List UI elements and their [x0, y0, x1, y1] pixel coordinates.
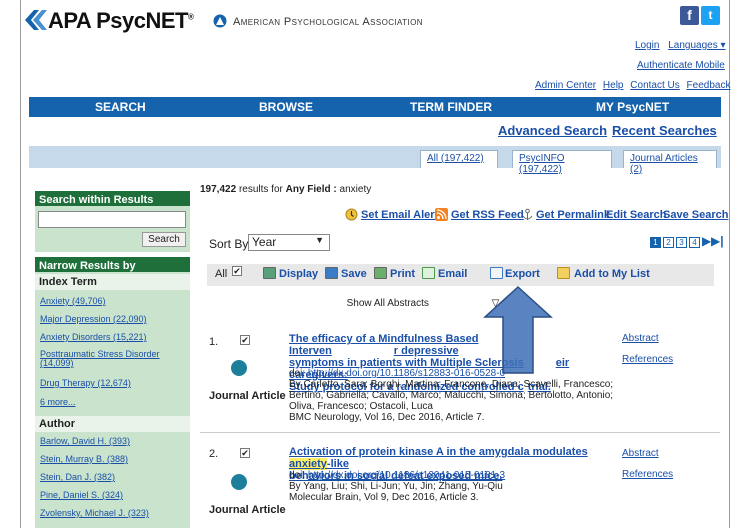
save-button[interactable]: Save [341, 268, 367, 280]
top-links-row1: Login Languages ▾ [635, 40, 726, 51]
email-envelope-icon [422, 267, 435, 279]
references-link[interactable]: References [622, 469, 673, 480]
main-nav: SEARCH BROWSE TERM FINDER MY PsycNET [29, 97, 721, 117]
result-checkbox[interactable]: ✔ [240, 335, 250, 345]
select-all-checkbox[interactable]: ✔ [232, 266, 242, 276]
top-links-row2: Authenticate Mobile [637, 60, 725, 71]
twitter-icon[interactable]: t [701, 6, 720, 25]
index-term-item[interactable]: Major Depression (22,090) [40, 314, 147, 324]
results-count: 197,422 results for Any Field : anxiety [200, 184, 372, 195]
result-divider [200, 432, 720, 433]
index-term-more-link[interactable]: 6 more... [40, 397, 76, 407]
tab-journal-articles[interactable]: Journal Articles (2) [623, 150, 717, 175]
author-item[interactable]: Stein, Dan J. (382) [40, 472, 115, 482]
feedback-link[interactable]: Feedback [687, 80, 731, 91]
result-type: Journal Article [209, 504, 286, 516]
tab-all[interactable]: All (197,422) [420, 150, 498, 168]
doi-link[interactable]: http://dx.doi.org/10.1186/s13041-015-018… [308, 470, 505, 481]
result-source: BMC Neurology, Vol 16, Dec 2016, Article… [289, 412, 485, 423]
export-button[interactable]: Export [505, 268, 540, 280]
chevron-down-icon: ▼ [315, 235, 324, 245]
get-permalink-link[interactable]: Get Permalink [536, 209, 610, 221]
index-term-item-count[interactable]: (14,099) [40, 358, 74, 368]
email-alert-icon [345, 208, 358, 221]
result-doi: doi: http://dx.doi.org/10.1186/s13041-01… [289, 470, 506, 481]
result-number: 1. [209, 336, 219, 348]
save-search-link[interactable]: Save Search [663, 209, 728, 221]
edit-search-link[interactable]: Edit Search [606, 209, 667, 221]
nav-my-psycnet[interactable]: MY PsycNET [596, 100, 669, 114]
select-all-label: All [215, 268, 228, 280]
nav-search[interactable]: SEARCH [95, 100, 146, 114]
pager-page-2[interactable]: 2 [663, 237, 674, 248]
doi-link[interactable]: http://dx.doi.org/10.1186/s12883-016-052… [308, 368, 505, 379]
tabs-bar [29, 146, 721, 168]
author-item[interactable]: Zvolensky, Michael J. (323) [40, 508, 149, 518]
abstract-link[interactable]: Abstract [622, 448, 659, 459]
permalink-anchor-icon [522, 208, 533, 220]
apa-emblem-icon [213, 14, 227, 28]
save-disk-icon [325, 267, 338, 279]
export-icon [490, 267, 503, 279]
add-to-my-list-button[interactable]: Add to My List [574, 268, 650, 280]
login-link[interactable]: Login [635, 40, 659, 51]
author-item[interactable]: Barlow, David H. (393) [40, 436, 130, 446]
recent-searches-link[interactable]: Recent Searches [612, 123, 717, 138]
nav-browse[interactable]: BROWSE [259, 100, 313, 114]
result-type: Journal Article [209, 390, 286, 402]
admin-center-link[interactable]: Admin Center [535, 80, 596, 91]
help-link[interactable]: Help [603, 80, 624, 91]
apa-logo-chevron-icon [25, 10, 47, 30]
get-rss-feed-link[interactable]: Get RSS Feed [451, 209, 524, 221]
display-icon [263, 267, 276, 279]
tab-psycinfo[interactable]: PsycINFO (197,422) [512, 150, 612, 175]
folder-icon [557, 267, 570, 279]
apa-psycnet-logo[interactable]: APA PsycNET® [48, 8, 194, 34]
author-item[interactable]: Pine, Daniel S. (324) [40, 490, 123, 500]
contact-us-link[interactable]: Contact Us [630, 80, 679, 91]
last-page-icon[interactable]: ▶| [711, 234, 724, 248]
nav-term-finder[interactable]: TERM FINDER [410, 100, 492, 114]
abstract-link[interactable]: Abstract [622, 333, 659, 344]
pager-page-3[interactable]: 3 [676, 237, 687, 248]
result-doi: doi: http://dx.doi.org/10.1186/s12883-01… [289, 368, 506, 379]
print-icon [374, 267, 387, 279]
top-links-row3: Admin Center Help Contact Us Feedback [535, 80, 730, 91]
show-all-abstracts-toggle[interactable]: Show All Abstracts ▽ [343, 298, 503, 309]
annotation-up-arrow-icon [483, 285, 553, 374]
index-term-item[interactable]: Drug Therapy (12,674) [40, 378, 131, 388]
result-authors: By Yang, Liu; Shi, Li-Jun; Yu, Jin; Zhan… [289, 481, 503, 492]
pager-page-4[interactable]: 4 [689, 237, 700, 248]
sort-by-label: Sort By [209, 237, 249, 251]
result-number: 2. [209, 448, 219, 460]
next-page-icon[interactable]: ▶ [702, 234, 711, 248]
email-button[interactable]: Email [438, 268, 467, 280]
journal-article-icon [231, 360, 247, 376]
pager-page-1[interactable]: 1 [650, 237, 661, 248]
author-item[interactable]: Stein, Murray B. (388) [40, 454, 128, 464]
author-title: Author [35, 416, 190, 432]
journal-article-icon [231, 474, 247, 490]
index-term-item[interactable]: Anxiety (49,706) [40, 296, 106, 306]
references-link[interactable]: References [622, 354, 673, 365]
index-term-title: Index Term [35, 274, 190, 290]
result-authors: By Carletto, Sara; Borghi, Martina; Fran… [289, 379, 614, 412]
display-button[interactable]: Display [279, 268, 318, 280]
set-email-alert-link[interactable]: Set Email Alert [361, 209, 438, 221]
search-within-input[interactable] [38, 211, 186, 228]
languages-menu[interactable]: Languages ▾ [668, 40, 725, 51]
authenticate-mobile-link[interactable]: Authenticate Mobile [637, 60, 725, 71]
search-within-button[interactable]: Search [142, 232, 186, 247]
facebook-icon[interactable]: f [680, 6, 699, 25]
rss-icon [435, 208, 448, 221]
result-source: Molecular Brain, Vol 9, Dec 2016, Articl… [289, 492, 479, 503]
apa-name: American Psychological Association [233, 16, 423, 28]
result-checkbox[interactable]: ✔ [240, 448, 250, 458]
print-button[interactable]: Print [390, 268, 415, 280]
sort-by-select[interactable]: Year ▼ [248, 234, 330, 251]
advanced-search-link[interactable]: Advanced Search [498, 123, 607, 138]
index-term-item[interactable]: Anxiety Disorders (15,221) [40, 332, 147, 342]
